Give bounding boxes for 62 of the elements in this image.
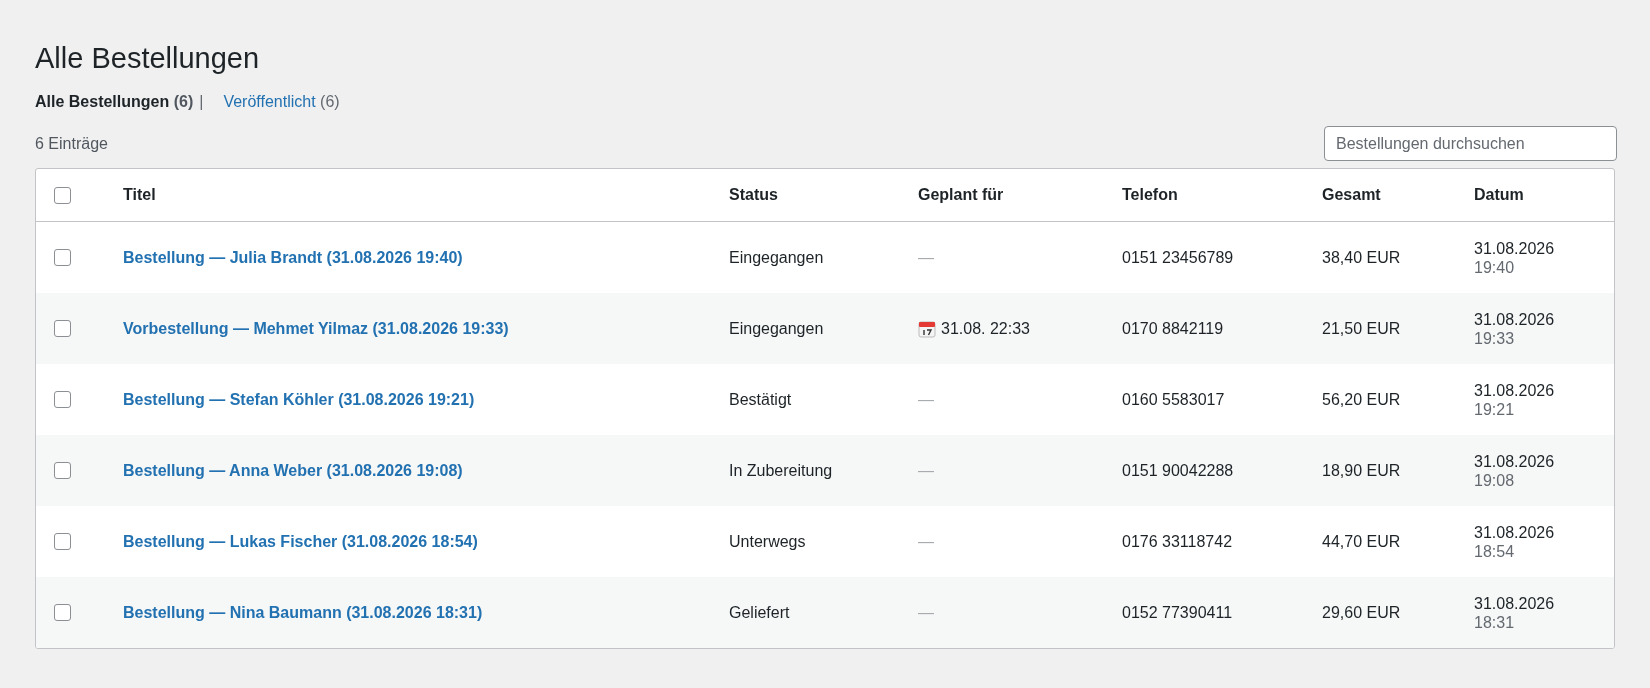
table-cell-text: 44,70 EUR <box>1322 531 1402 552</box>
table-cell-text: 29,60 EUR <box>1322 602 1402 623</box>
table-cell-text: — <box>918 602 934 623</box>
table-cell-text: 38,40 EUR <box>1322 247 1402 268</box>
separator: | <box>199 92 204 112</box>
checkbox[interactable] <box>54 320 71 337</box>
table-cell-text: 18:31 <box>1474 612 1516 632</box>
table-cell-text: 0152 77390411 <box>1122 602 1234 623</box>
table-cell-text: 31.08.2026 <box>1474 309 1556 329</box>
order-title-link[interactable]: Bestellung — Lukas Fischer (31.08.2026 18:54) <box>123 529 729 554</box>
table-cell-text: 19:21 <box>1474 399 1516 419</box>
search-field[interactable]: Bestellungen durchsuchen <box>1324 126 1617 161</box>
table-cell-text: — <box>918 247 934 268</box>
checkbox[interactable] <box>54 462 71 479</box>
table-cell-text: 19:40 <box>1474 257 1516 277</box>
table-cell-text: 0151 90042288 <box>1122 460 1235 481</box>
column-header: Gesamt <box>1322 185 1382 205</box>
table-cell-text: 21,50 EUR <box>1322 318 1402 339</box>
checkbox[interactable] <box>54 533 71 550</box>
table-cell-text: 0160 5583017 <box>1122 389 1226 410</box>
order-title-link[interactable]: Bestellung — Stefan Köhler (31.08.2026 19:21) <box>123 387 729 412</box>
table-cell-text: Geliefert <box>729 602 791 623</box>
table-cell-text: 31.08.2026 <box>1474 238 1556 258</box>
entries-count: 6 Einträge <box>35 133 108 154</box>
view-filter-link[interactable]: Alle Bestellungen (6) <box>35 90 194 114</box>
table-cell-text: — <box>918 389 934 410</box>
column-header: Datum <box>1474 185 1525 205</box>
view-filter-link[interactable]: Veröffentlicht (6) <box>223 90 340 114</box>
checkbox[interactable] <box>54 186 71 204</box>
order-title-link[interactable]: Vorbestellung — Mehmet Yilmaz (31.08.2026 19:33) <box>123 316 729 341</box>
checkbox[interactable] <box>54 249 71 266</box>
order-title-link[interactable]: Bestellung — Nina Baumann (31.08.2026 18:31) <box>123 600 729 625</box>
table-cell-text: 19:33 <box>1474 328 1516 348</box>
calendar-icon <box>918 319 936 338</box>
table-cell-text: 31.08.2026 <box>1474 451 1556 471</box>
table-cell-text: 31.08.2026 <box>1474 380 1556 400</box>
table-cell-text: 18:54 <box>1474 541 1516 561</box>
table-cell-text: Unterwegs <box>729 531 807 552</box>
column-header: Titel <box>123 185 157 205</box>
table-cell-text: 31.08.2026 <box>1474 593 1556 613</box>
column-header: Geplant für <box>918 185 1005 205</box>
table-cell-text: Eingegangen <box>729 247 825 268</box>
table-cell-text: — <box>918 531 934 552</box>
table-cell-text: Eingegangen <box>729 318 825 339</box>
table-cell-text: 0170 8842119 <box>1122 318 1225 339</box>
order-title-link[interactable]: Bestellung — Anna Weber (31.08.2026 19:08) <box>123 458 729 483</box>
table-cell-text: 19:08 <box>1474 470 1516 490</box>
checkbox[interactable] <box>54 391 71 408</box>
table-cell-text: — <box>918 460 934 481</box>
checkbox[interactable] <box>54 604 71 621</box>
table-cell-text: 56,20 EUR <box>1322 389 1402 410</box>
page-title: Alle Bestellungen <box>35 41 261 76</box>
table-cell-text: 31.08.2026 <box>1474 522 1556 542</box>
table-cell-text: 0176 33118742 <box>1122 531 1234 552</box>
column-header: Telefon <box>1122 185 1179 205</box>
table-cell-text: 0151 23456789 <box>1122 247 1235 268</box>
table-cell-text: In Zubereitung <box>729 460 834 481</box>
table-cell-text: Bestätigt <box>729 389 793 410</box>
table-cell-text: 18,90 EUR <box>1322 460 1402 481</box>
table-cell-text: 31.08. 22:33 <box>941 318 1030 339</box>
order-title-link[interactable]: Bestellung — Julia Brandt (31.08.2026 19:40) <box>123 245 729 270</box>
column-header: Status <box>729 185 779 205</box>
